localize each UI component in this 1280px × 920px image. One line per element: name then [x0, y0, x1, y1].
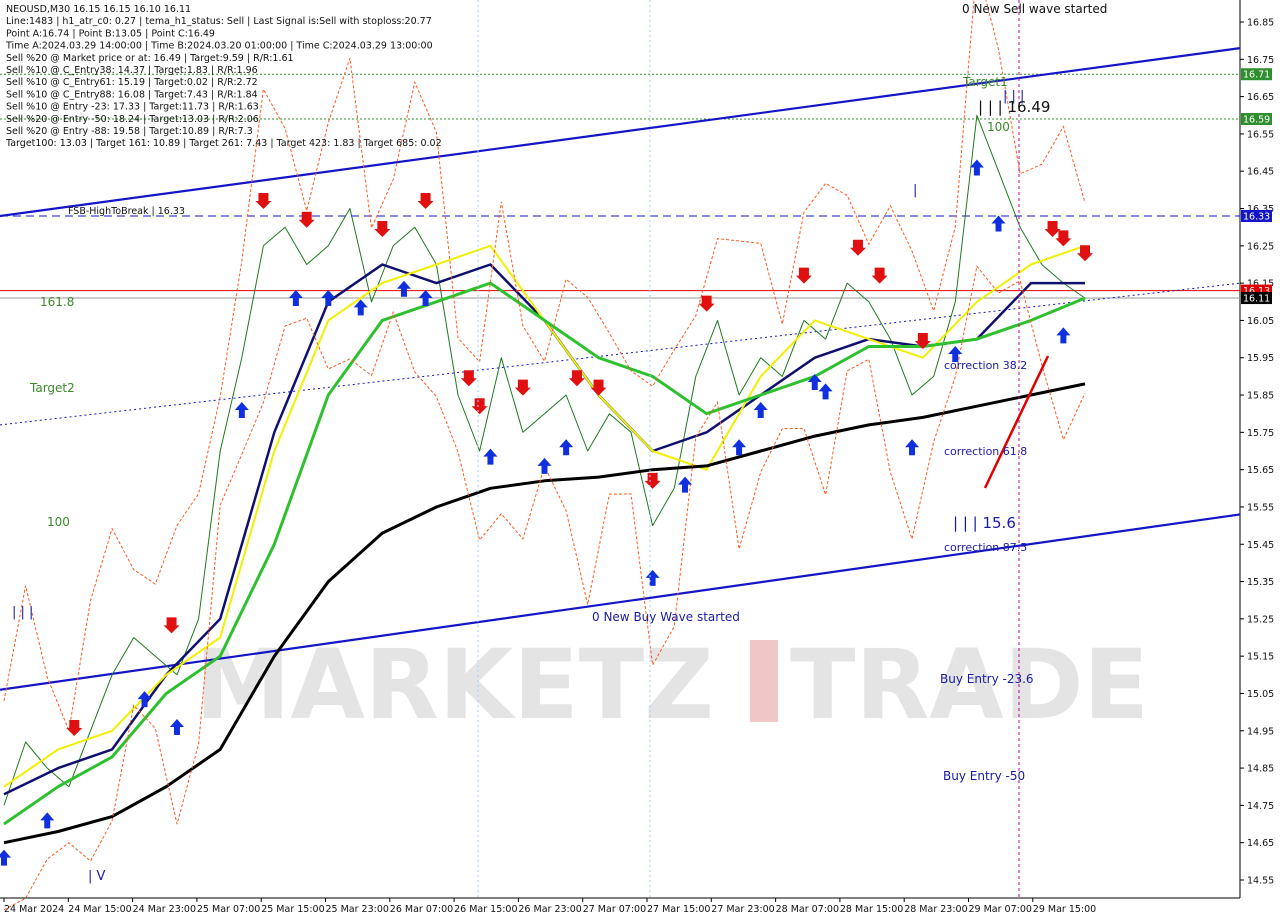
fib-1618-label: 161.8	[40, 295, 74, 309]
correction-875-label: correction 87.5	[944, 541, 1027, 554]
y-axis: 16.8516.7516.6516.5516.4516.3516.2516.15…	[1240, 18, 1274, 887]
x-tick-label: 27 Mar 07:00	[583, 904, 646, 915]
x-tick-label: 27 Mar 23:00	[711, 904, 774, 915]
tick-marks-left: | | |	[12, 605, 33, 620]
y-tick-label: 15.45	[1247, 540, 1274, 551]
y-tick-label: 14.75	[1247, 801, 1274, 812]
y-tick-label: 16.85	[1247, 18, 1274, 29]
x-tick-label: 28 Mar 07:00	[776, 904, 839, 915]
x-axis: 24 Mar 2024 24 Mar 15:00 24 Mar 23:00 25 Ma…	[3, 898, 1096, 915]
y-tick-label: 16.55	[1247, 129, 1274, 140]
info-line: Time A:2024.03.29 14:00:00 | Time B:2024…	[5, 41, 433, 52]
info-line: NEOUSD,M30 16.15 16.15 16.10 16.11	[6, 4, 191, 15]
x-tick-label: 24 Mar 15:00	[68, 904, 131, 915]
info-line: Sell %10 @ C_Entry88: 16.08 | Target:7.4…	[6, 89, 258, 100]
info-line: Sell %20 @ Entry -88: 19.58 | Target:10.…	[6, 126, 253, 137]
y-tick-label: 15.25	[1247, 614, 1274, 625]
watermark-bar	[750, 640, 778, 722]
x-tick-label: 27 Mar 15:00	[647, 904, 710, 915]
x-tick-label: 24 Mar 23:00	[133, 904, 196, 915]
y-tick-label: 14.55	[1247, 876, 1274, 887]
y-tick-label: 16.75	[1247, 55, 1274, 66]
correction-618-label: correction 61.8	[944, 445, 1027, 458]
y-tick-label: 16.25	[1247, 241, 1274, 252]
buy-wave-label: 0 New Buy Wave started	[592, 610, 740, 624]
fsb-label: FSB-HighToBreak | 16.33	[68, 206, 185, 217]
price-badge-label: 16.59	[1243, 114, 1270, 125]
buy-entry-236-label: Buy Entry -23.6	[940, 672, 1034, 686]
price-badge-label: 16.33	[1243, 211, 1270, 222]
y-tick-label: 16.65	[1247, 92, 1274, 103]
y-tick-label: 14.65	[1247, 838, 1274, 849]
target1-label: Target1	[962, 75, 1008, 89]
tick-marks-top: | | |	[1003, 89, 1024, 104]
target2-label: Target2	[29, 381, 75, 395]
tick-marks-bottom: | V	[88, 869, 106, 884]
correction-382-label: correction 38.2	[944, 359, 1027, 372]
x-tick-label: 25 Mar 15:00	[261, 904, 324, 915]
point-low-label: | | | 15.6	[953, 514, 1016, 532]
y-tick-label: 15.95	[1247, 353, 1274, 364]
y-tick-label: 14.85	[1247, 764, 1274, 775]
x-tick-label: 24 Mar 2024	[4, 904, 64, 915]
info-line: Line:1483 | h1_atr_c0: 0.27 | tema_h1_st…	[6, 16, 432, 27]
x-tick-label: 29 Mar 15:00	[1033, 904, 1096, 915]
info-line: Point A:16.74 | Point B:13.05 | Point C:…	[6, 28, 215, 39]
y-tick-label: 15.55	[1247, 502, 1274, 513]
info-line: Sell %20 @ Market price or at: 16.49 | T…	[6, 53, 294, 64]
y-tick-label: 15.85	[1247, 391, 1274, 402]
x-tick-label: 26 Mar 23:00	[518, 904, 581, 915]
info-line: Target100: 13.03 | Target 161: 10.89 | T…	[5, 138, 442, 149]
x-tick-label: 25 Mar 07:00	[197, 904, 260, 915]
buy-entry-50-label: Buy Entry -50	[943, 769, 1025, 783]
x-tick-label: 26 Mar 15:00	[454, 904, 517, 915]
chart-canvas: MARKETZ TRADE NEOUSD,M30 16.15 16.15 16.…	[0, 0, 1274, 915]
x-tick-label: 25 Mar 23:00	[326, 904, 389, 915]
x-tick-label: 29 Mar 07:00	[969, 904, 1032, 915]
info-line: Sell %10 @ C_Entry38: 14.37 | Target:1.8…	[6, 65, 258, 76]
x-tick-label: 28 Mar 23:00	[904, 904, 967, 915]
x-tick-label: 26 Mar 07:00	[390, 904, 453, 915]
y-tick-label: 15.35	[1247, 577, 1274, 588]
y-tick-label: 15.15	[1247, 652, 1274, 663]
info-line: Sell %10 @ Entry -23: 17.33 | Target:11.…	[6, 102, 259, 113]
price-badges: 16.7116.5916.3316.1316.11	[1241, 68, 1272, 305]
fib-100-left-label: 100	[47, 515, 70, 529]
fib-100-right-label: 100	[987, 120, 1010, 134]
y-tick-label: 15.75	[1247, 428, 1274, 439]
info-line: Sell %10 @ C_Entry61: 15.19 | Target:0.0…	[6, 77, 258, 88]
price-badge-label: 16.11	[1243, 294, 1270, 305]
price-badge-label: 16.71	[1243, 70, 1270, 81]
y-tick-label: 16.45	[1247, 167, 1274, 178]
info-line: Sell %20 @ Entry -50: 18.24 | Target:13.…	[6, 114, 259, 125]
y-tick-label: 16.05	[1247, 316, 1274, 327]
sell-wave-label: 0 New Sell wave started	[962, 2, 1107, 16]
y-tick-label: 15.05	[1247, 689, 1274, 700]
y-tick-label: 14.95	[1247, 726, 1274, 737]
y-tick-label: 15.65	[1247, 465, 1274, 476]
watermark-text-1: MARKETZ	[195, 629, 714, 741]
x-tick-label: 28 Mar 15:00	[840, 904, 903, 915]
tick-single: |	[913, 183, 917, 198]
